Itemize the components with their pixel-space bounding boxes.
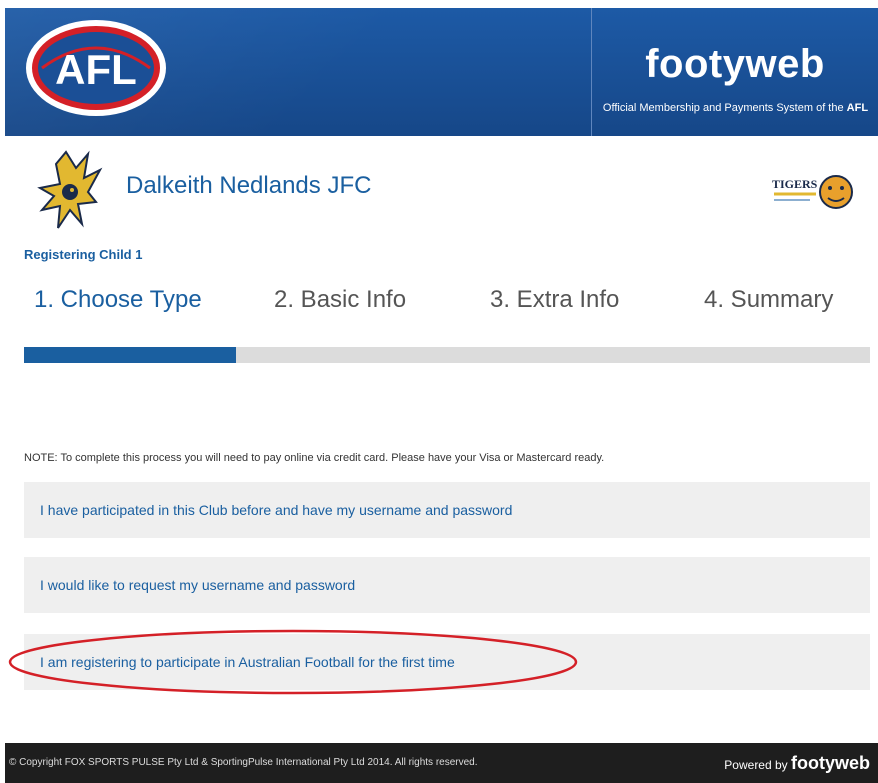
club-name: Dalkeith Nedlands JFC: [126, 172, 372, 199]
registering-child-label: Registering Child 1: [24, 247, 143, 262]
header-divider: [591, 8, 592, 136]
copyright-text: © Copyright FOX SPORTS PULSE Pty Ltd & S…: [9, 757, 478, 768]
afl-logo[interactable]: AFL: [24, 18, 168, 118]
payment-note: NOTE: To complete this process you will …: [24, 452, 605, 464]
tigers-logo-text: TIGERS: [772, 177, 818, 191]
subtitle-bold: AFL: [846, 102, 869, 114]
footer: © Copyright FOX SPORTS PULSE Pty Ltd & S…: [5, 743, 878, 783]
step-summary: 4. Summary: [704, 286, 834, 313]
progress-fill: [24, 347, 236, 363]
footyweb-subtitle: Official Membership and Payments System …: [593, 102, 878, 114]
powered-by-label: Powered by: [724, 758, 791, 772]
powered-by[interactable]: Powered by footyweb: [724, 753, 870, 774]
red-annotation-ellipse: [8, 629, 578, 695]
option-existing-member[interactable]: I have participated in this Club before …: [24, 482, 870, 538]
powered-by-brand: footyweb: [791, 753, 870, 773]
subtitle-text: Official Membership and Payments System …: [602, 102, 847, 114]
step-choose-type: 1. Choose Type: [34, 286, 202, 313]
tigers-logo: TIGERS: [772, 175, 853, 209]
step-extra-info: 3. Extra Info: [490, 286, 620, 313]
top-strip: [0, 0, 878, 8]
option-request-credentials[interactable]: I would like to request my username and …: [24, 557, 870, 613]
step-basic-info: 2. Basic Info: [274, 286, 407, 313]
club-eagle-logo: [37, 150, 103, 229]
footyweb-title: footyweb: [645, 42, 825, 86]
afl-logo-text: AFL: [55, 46, 137, 93]
progress-bar: [24, 347, 870, 363]
